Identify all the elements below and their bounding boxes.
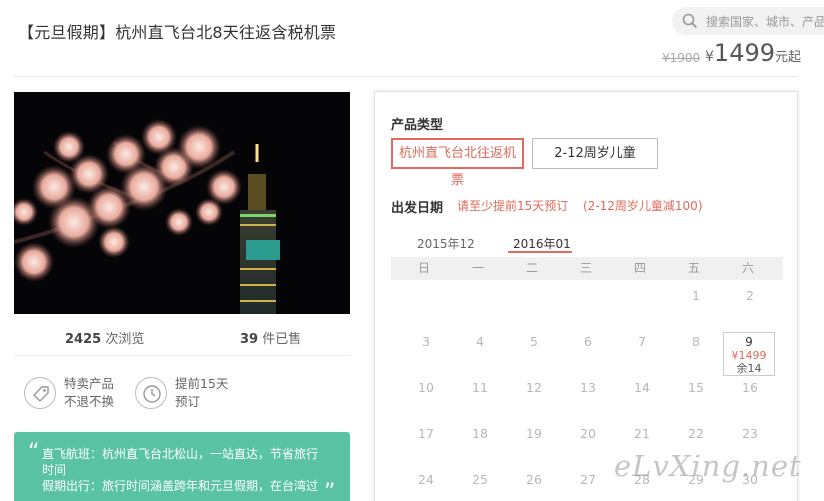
product-photo — [14, 92, 350, 314]
calendar-day: 14 — [634, 380, 650, 395]
calendar-day: 22 — [688, 426, 704, 441]
calendar-day: 20 — [580, 426, 596, 441]
original-price: ¥1900 — [662, 51, 701, 65]
weekday-label: 二 — [525, 261, 538, 275]
calendar-day: 10 — [418, 380, 434, 395]
weekday-label: 五 — [687, 261, 700, 275]
weekday-label: 四 — [633, 261, 646, 275]
calendar-day: 3 — [422, 334, 430, 349]
departure-date-label: 出发日期 — [391, 201, 444, 216]
child-discount-note: (2-12周岁儿童减100) — [583, 199, 703, 213]
calendar-day: 4 — [476, 334, 484, 349]
view-count: 2425 次浏览 — [65, 332, 145, 347]
stats-divider — [14, 355, 350, 356]
weekday-label: 一 — [471, 261, 484, 275]
calendar-day: 23 — [742, 426, 758, 441]
calendar-day: 17 — [418, 426, 434, 441]
price-value: 1499 — [713, 39, 775, 67]
advance-booking-note: 请至少提前15天预订 — [457, 199, 569, 213]
day-number: 9 — [745, 335, 753, 349]
calendar-day: 27 — [580, 472, 596, 487]
tab-month-2016-01[interactable]: 2016年01 — [513, 235, 571, 252]
calendar-day: 21 — [634, 426, 650, 441]
search-icon — [682, 13, 698, 29]
calendar-day: 26 — [526, 472, 542, 487]
highlight-holiday: 假期出行：旅行时间涵盖跨年和元旦假期，在台湾过 — [42, 479, 319, 493]
tab-month-2015-12[interactable]: 2015年12 — [417, 235, 475, 252]
weekday-label: 六 — [741, 261, 754, 275]
sold-count: 39 件已售 — [240, 332, 302, 347]
highlights-box: “ 直飞航班：杭州直飞台北松山，一站直达，节省旅行时间 假期出行：旅行时间涵盖跨… — [14, 432, 350, 501]
calendar-day: 18 — [472, 426, 488, 441]
calendar-day: 16 — [742, 380, 758, 395]
option-child-ticket[interactable]: 2-12周岁儿童 — [532, 138, 658, 169]
calendar-day: 5 — [530, 334, 538, 349]
calendar-day: 11 — [472, 380, 488, 395]
header-divider — [14, 76, 798, 77]
calendar-day: 19 — [526, 426, 542, 441]
product-stats: 2425 次浏览 39 件已售 — [14, 328, 350, 348]
weekday-label: 日 — [417, 261, 430, 275]
calendar-day: 8 — [692, 334, 700, 349]
search-bar[interactable]: 搜索国家、城市、产品 — [672, 7, 824, 35]
tag-icon — [24, 377, 56, 409]
calendar-day: 6 — [584, 334, 592, 349]
calendar-day: 2 — [746, 288, 754, 303]
day-remaining: 余14 — [736, 362, 762, 375]
price-currency: ¥ — [705, 49, 714, 65]
open-quote-icon: “ — [28, 440, 40, 465]
calendar-day: 24 — [418, 472, 434, 487]
price-unit: 元起 — [775, 50, 802, 65]
booking-panel: 产品类型 杭州直飞台北往返机票 2-12周岁儿童 出发日期 请至少提前15天预订… — [374, 91, 798, 501]
calendar-day: 15 — [688, 380, 704, 395]
calendar-day: 13 — [580, 380, 596, 395]
active-month-indicator — [508, 251, 572, 253]
clock-icon — [135, 377, 167, 409]
calendar-day: 1 — [692, 288, 700, 303]
weekday-label: 三 — [579, 261, 592, 275]
product-type-label: 产品类型 — [391, 118, 444, 133]
calendar-day: 12 — [526, 380, 542, 395]
page-title: 【元旦假期】杭州直飞台北8天往返含税机票 — [18, 23, 337, 42]
calendar-day: 7 — [638, 334, 646, 349]
close-quote-icon: ” — [324, 480, 336, 501]
day-price: ¥1499 — [731, 349, 767, 362]
weekday-header: 日 一 二 三 四 五 六 — [391, 257, 783, 280]
watermark: eLvXing.net — [614, 449, 802, 483]
calendar-day: 25 — [472, 472, 488, 487]
option-adult-ticket[interactable]: 杭州直飞台北往返机票 — [391, 138, 524, 188]
highlight-direct-flight: 直飞航班：杭州直飞台北松山，一站直达，节省旅行时间 — [42, 447, 319, 477]
current-price: ¥1499元起 — [705, 39, 801, 67]
search-placeholder: 搜索国家、城市、产品 — [706, 15, 824, 29]
calendar-day-available[interactable]: 9 ¥1499 余14 — [723, 332, 775, 376]
